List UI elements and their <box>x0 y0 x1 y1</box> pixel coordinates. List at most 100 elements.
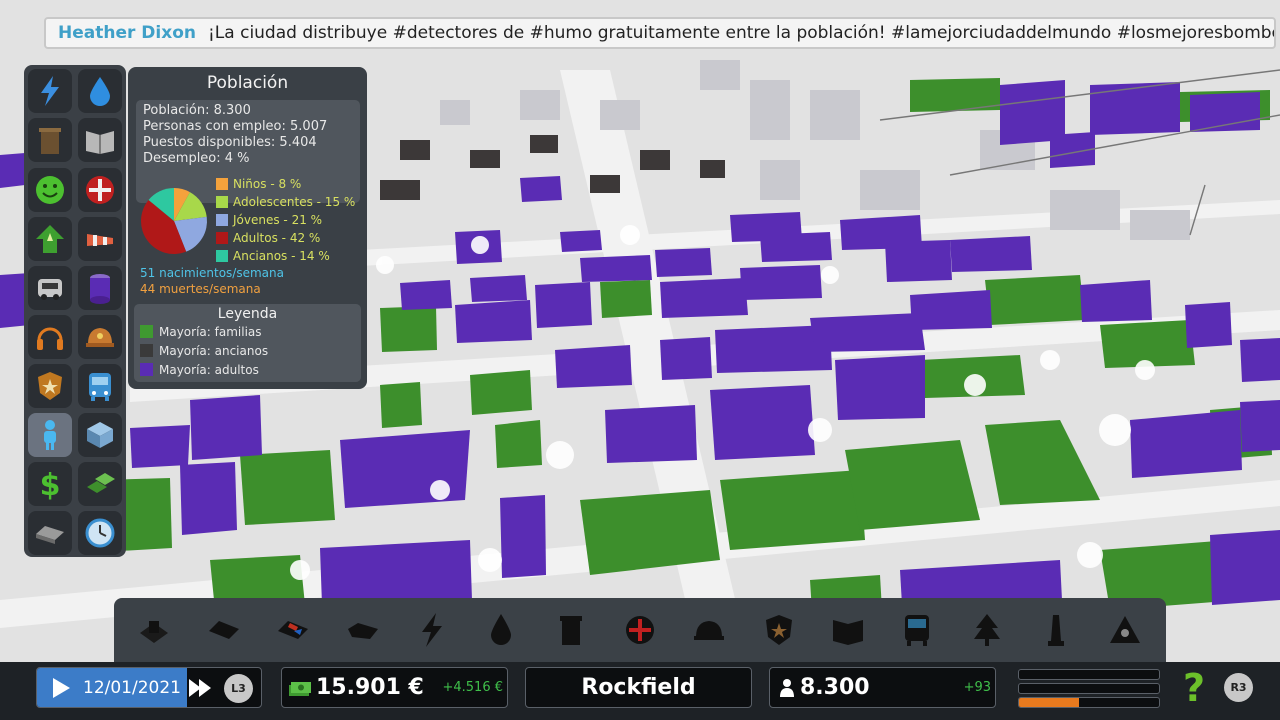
roads-button[interactable] <box>28 511 72 555</box>
age-group-swatch <box>216 250 228 262</box>
water-tool-button[interactable] <box>474 603 528 657</box>
age-group-swatch <box>216 178 228 190</box>
speed-button[interactable]: L3 <box>224 674 253 703</box>
noise-button[interactable] <box>28 315 72 359</box>
buildings-button[interactable] <box>78 413 122 457</box>
zoning-tool-icon <box>139 621 168 643</box>
legend-swatch <box>140 363 153 376</box>
health-tool-button[interactable] <box>613 603 667 657</box>
legend-item: Mayoría: adultos <box>134 360 361 379</box>
fire-tool-button[interactable] <box>682 603 736 657</box>
transport-tool-button[interactable] <box>890 603 944 657</box>
age-pie-chart <box>141 188 207 254</box>
garbage-tool-button[interactable] <box>544 603 598 657</box>
police-tool-button[interactable] <box>752 603 806 657</box>
garbage-tool-icon <box>559 616 582 645</box>
age-group-swatch <box>216 232 228 244</box>
roads-tool-icon <box>208 621 239 639</box>
legend-title: Leyenda <box>217 306 278 322</box>
demand-meter-3 <box>1018 697 1160 708</box>
help-icon[interactable]: ? <box>1178 667 1210 707</box>
age-group-label: Adolescentes - 15 % <box>233 195 356 209</box>
age-group-swatch <box>216 196 228 208</box>
age-group-label: Niños - 8 % <box>233 177 302 191</box>
age-group-label: Jóvenes - 21 % <box>233 213 323 227</box>
age-group-item: Jóvenes - 21 % <box>216 211 355 229</box>
age-group-list: Niños - 8 % Adolescentes - 15 % Jóvenes - … <box>216 175 355 265</box>
land-value-button[interactable] <box>28 217 72 261</box>
population-count: 8.300 <box>800 675 870 700</box>
legend-item: Mayoría: ancianos <box>134 341 361 360</box>
demand-meter-1 <box>1018 669 1160 680</box>
help-button[interactable]: R3 <box>1224 673 1253 702</box>
chirper-bar[interactable]: Heather Dixon ¡La ciudad distribuye #det… <box>44 17 1276 49</box>
info-views-panel: $ <box>24 65 126 557</box>
fire-button[interactable] <box>78 315 122 359</box>
clock-button[interactable] <box>78 511 122 555</box>
crime-icon <box>38 372 62 400</box>
money-button[interactable]: $ <box>28 462 72 506</box>
legend-swatch <box>140 344 153 357</box>
age-group-item: Ancianos - 14 % <box>216 247 355 265</box>
landscaping-tool-button[interactable] <box>1098 603 1152 657</box>
areas-tool-button[interactable] <box>336 603 390 657</box>
resources-button[interactable] <box>78 266 122 310</box>
legend-items: Mayoría: familias Mayoría: ancianos Mayorí… <box>134 322 361 379</box>
water-tool-icon <box>491 614 512 645</box>
resources-icon <box>90 274 110 304</box>
population-panel-title: Población <box>206 73 289 93</box>
legend: Leyenda Mayoría: familias Mayoría: ancian… <box>134 304 361 382</box>
happiness-button[interactable] <box>28 168 72 212</box>
age-group-item: Adolescentes - 15 % <box>216 193 355 211</box>
svg-text:?: ? <box>1183 667 1205 707</box>
education-tool-button[interactable] <box>821 603 875 657</box>
education-icon <box>86 131 114 154</box>
play-icon[interactable] <box>50 677 72 699</box>
money-delta: +4.516 € <box>442 680 503 695</box>
zoning-tool-button[interactable] <box>128 603 182 657</box>
age-group-label: Ancianos - 14 % <box>233 249 330 263</box>
chirper-message: ¡La ciudad distribuye #detectores de #hu… <box>207 23 1276 43</box>
status-bar: 12/01/2021 L3 15.901 € +4.516 € Rockfiel… <box>0 662 1280 720</box>
fast-forward-icon[interactable] <box>187 677 217 699</box>
play-date-area[interactable]: 12/01/2021 <box>37 668 187 707</box>
roads-tool-button[interactable] <box>197 603 251 657</box>
electricity-tool-button[interactable] <box>405 603 459 657</box>
date-control: 12/01/2021 L3 <box>36 667 262 708</box>
fire-tool-icon <box>694 621 725 640</box>
parks-tool-button[interactable] <box>960 603 1014 657</box>
money-display[interactable]: 15.901 € +4.516 € <box>281 667 508 708</box>
monuments-tool-button[interactable] <box>1029 603 1083 657</box>
health-tool-icon <box>625 616 654 644</box>
electricity-button[interactable] <box>28 69 72 113</box>
city-name: Rockfield <box>581 675 696 700</box>
stat-population: Población: 8.300 <box>143 103 251 118</box>
money-balance: 15.901 € <box>316 675 424 700</box>
population-button[interactable] <box>28 413 72 457</box>
transport-icon <box>89 373 111 401</box>
health-button[interactable] <box>78 168 122 212</box>
age-group-item: Adultos - 42 % <box>216 229 355 247</box>
districts-tool-button[interactable] <box>266 603 320 657</box>
svg-text:$: $ <box>40 468 61 501</box>
education-button[interactable] <box>78 118 122 162</box>
zoning-button[interactable] <box>78 462 122 506</box>
stat-unemployment: Desempleo: 4 % <box>143 151 250 166</box>
city-name-display[interactable]: Rockfield <box>525 667 752 708</box>
transport-button[interactable] <box>78 364 122 408</box>
legend-swatch <box>140 325 153 338</box>
crime-button[interactable] <box>28 364 72 408</box>
money-icon <box>289 681 311 696</box>
garbage-button[interactable] <box>28 118 72 162</box>
age-group-label: Adultos - 42 % <box>233 231 321 245</box>
zoning-icon <box>87 473 115 493</box>
health-icon <box>86 176 114 204</box>
traffic-button[interactable] <box>28 266 72 310</box>
water-button[interactable] <box>78 69 122 113</box>
wind-button[interactable] <box>78 217 122 261</box>
stat-jobs: Puestos disponibles: 5.404 <box>143 135 317 150</box>
noise-icon <box>37 327 63 350</box>
chirper-author[interactable]: Heather Dixon <box>58 23 196 43</box>
population-display[interactable]: 8.300 +93 <box>769 667 996 708</box>
traffic-icon <box>38 279 62 300</box>
